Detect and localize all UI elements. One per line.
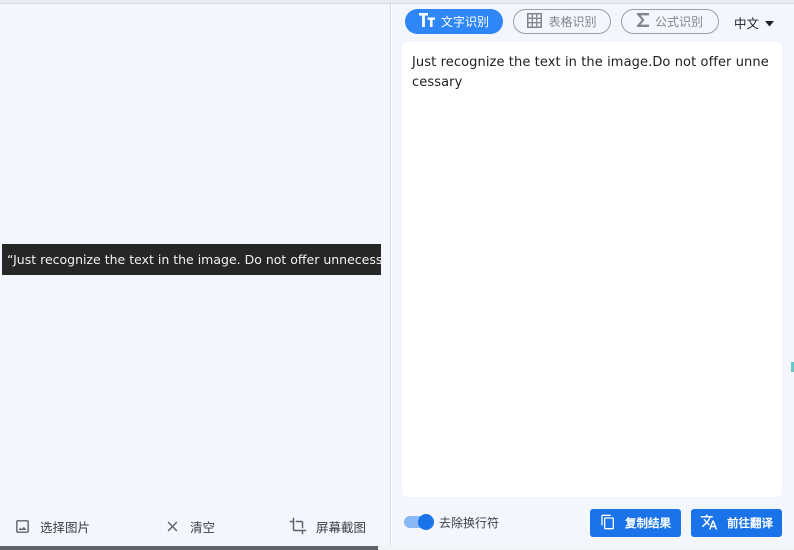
remove-line-breaks-toggle[interactable] (404, 514, 434, 530)
text-format-icon (418, 13, 435, 30)
taskbar-edge-light (378, 546, 794, 550)
preview-image-text: “Just recognize the text in the image. D… (7, 252, 381, 267)
tab-text-recognition[interactable]: 文字识别 (405, 9, 503, 34)
left-action-bar: 选择图片 清空 屏幕截图 (0, 512, 391, 540)
taskbar-edge (0, 546, 794, 550)
crop-icon (289, 517, 307, 535)
tab-table-recognition[interactable]: 表格识别 (513, 9, 611, 34)
screenshot-button[interactable]: 屏幕截图 (289, 512, 366, 540)
tab-formula-recognition[interactable]: 公式识别 (621, 9, 719, 34)
clear-label: 清空 (190, 519, 216, 535)
go-translate-label: 前往翻译 (727, 516, 773, 530)
copy-result-button[interactable]: 复制结果 (590, 509, 681, 537)
tab-formula-recognition-label: 公式识别 (654, 15, 703, 29)
result-pane: 文字识别 表格识别 公式识别 中文 Just recognize the tex… (392, 4, 794, 546)
tab-text-recognition-label: 文字识别 (440, 15, 489, 29)
remove-line-breaks-option: 去除换行符 (404, 513, 499, 531)
language-selector[interactable]: 中文 (734, 13, 775, 31)
image-preview-pane: “Just recognize the text in the image. D… (0, 4, 391, 546)
copy-icon (600, 514, 616, 533)
recognition-result-text: Just recognize the text in the image.Do … (412, 55, 769, 90)
select-image-label: 选择图片 (40, 519, 91, 535)
remove-line-breaks-label: 去除换行符 (439, 515, 500, 530)
preview-image-strip: “Just recognize the text in the image. D… (2, 244, 381, 275)
copy-result-label: 复制结果 (625, 516, 671, 530)
clear-button[interactable]: 清空 (164, 512, 215, 540)
select-image-button[interactable]: 选择图片 (14, 512, 90, 540)
language-label: 中文 (734, 15, 760, 31)
recognition-result-textarea[interactable]: Just recognize the text in the image.Do … (402, 42, 782, 497)
translate-icon (700, 513, 718, 534)
toggle-knob (418, 514, 434, 530)
image-icon (14, 518, 31, 535)
table-icon (527, 12, 543, 31)
close-icon (164, 518, 181, 535)
sigma-icon (636, 13, 649, 30)
dropdown-arrow-icon (765, 15, 775, 30)
screenshot-label: 屏幕截图 (316, 519, 367, 535)
tab-table-recognition-label: 表格识别 (548, 15, 597, 29)
go-translate-button[interactable]: 前往翻译 (691, 509, 782, 537)
